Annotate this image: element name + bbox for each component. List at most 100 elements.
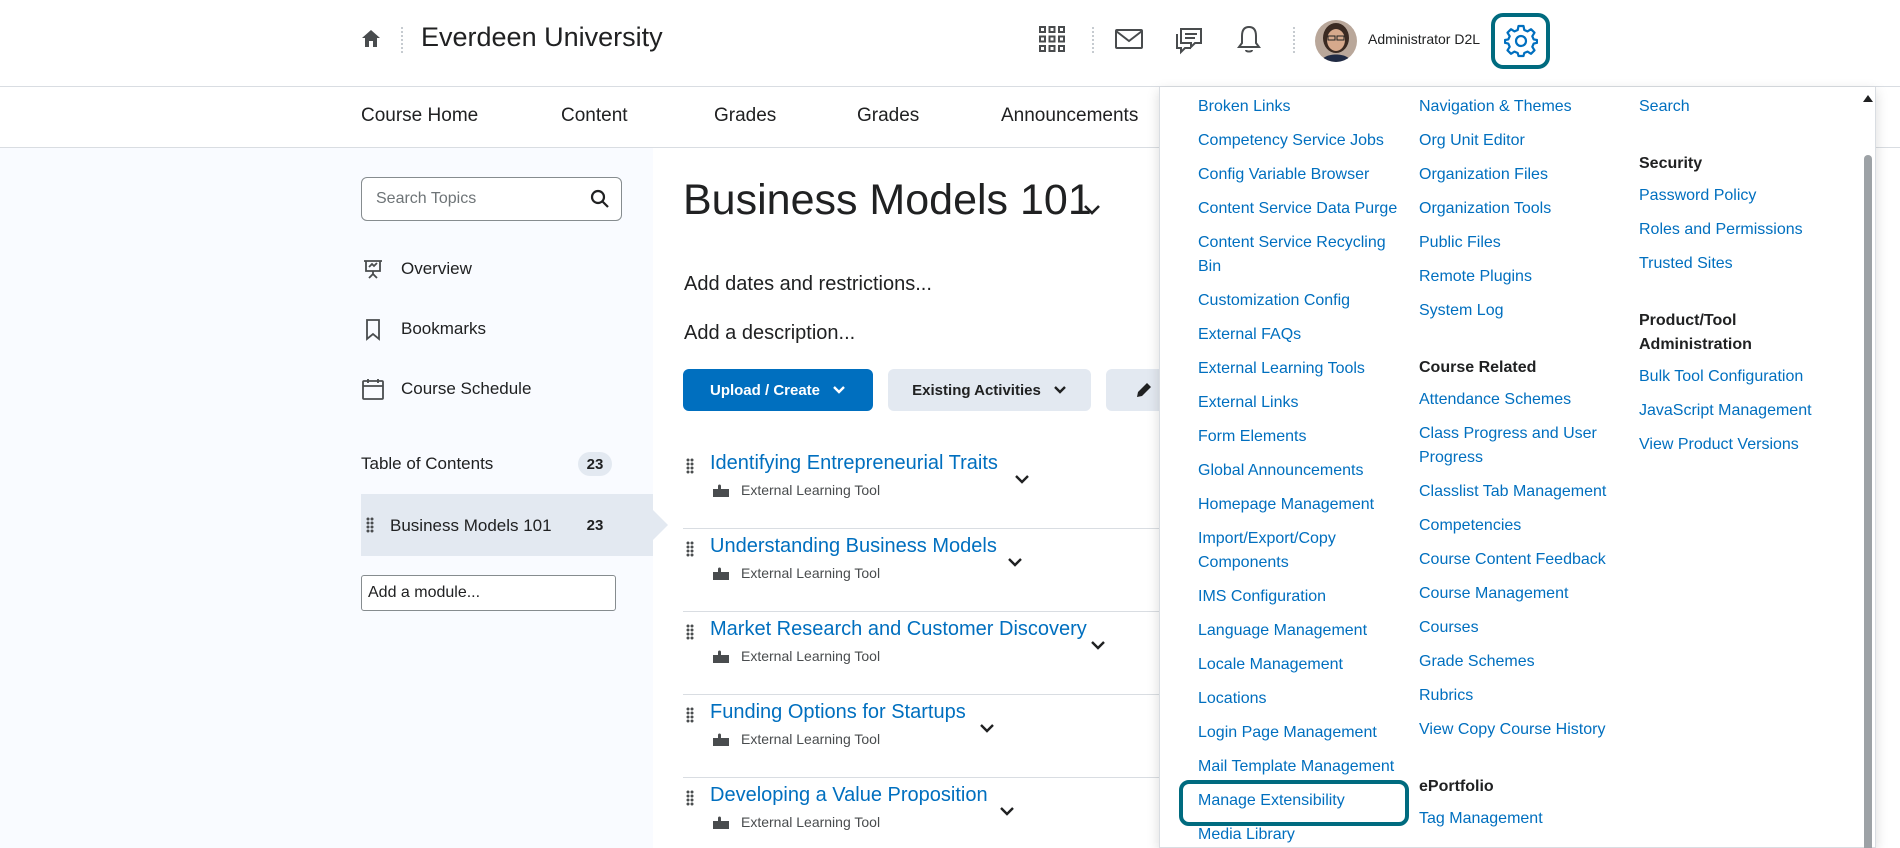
menu-item-rubrics[interactable]: Rubrics: [1419, 684, 1473, 708]
user-name[interactable]: Administrator D2L: [1368, 31, 1480, 47]
add-module-input[interactable]: [368, 583, 608, 603]
table-of-contents-label[interactable]: Table of Contents: [361, 454, 493, 474]
menu-item-organization-tools[interactable]: Organization Tools: [1419, 197, 1551, 221]
bell-icon[interactable]: [1231, 21, 1267, 57]
menu-item-content-service-recycling-bin-2[interactable]: Bin: [1198, 255, 1221, 279]
menu-item-broken-links[interactable]: Broken Links: [1198, 95, 1291, 119]
menu-item-tag-management[interactable]: Tag Management: [1419, 807, 1543, 831]
menu-item-public-files[interactable]: Public Files: [1419, 231, 1501, 255]
menu-item-course-content-feedback[interactable]: Course Content Feedback: [1419, 548, 1606, 572]
menu-item-attendance-schemes[interactable]: Attendance Schemes: [1419, 388, 1571, 412]
dropdown-scrollbar[interactable]: [1860, 95, 1875, 848]
puzzle-tool-icon: [713, 650, 729, 663]
menu-item-roles-and-permissions[interactable]: Roles and Permissions: [1639, 218, 1803, 242]
menu-item-content-service-recycling-bin[interactable]: Content Service Recycling: [1198, 231, 1386, 255]
upload-create-button[interactable]: Upload / Create: [683, 369, 873, 411]
topic-title[interactable]: Market Research and Customer Discovery: [710, 618, 1087, 641]
nav-course-home[interactable]: Course Home: [361, 105, 478, 127]
menu-item-import-export-copy[interactable]: Import/Export/Copy: [1198, 527, 1336, 551]
drag-handle-icon[interactable]: [686, 541, 694, 557]
menu-item-course-management[interactable]: Course Management: [1419, 582, 1568, 606]
home-icon[interactable]: [359, 27, 383, 51]
menu-item-organization-files[interactable]: Organization Files: [1419, 163, 1548, 187]
menu-item-locations[interactable]: Locations: [1198, 687, 1267, 711]
menu-item-ims-configuration[interactable]: IMS Configuration: [1198, 585, 1326, 609]
menu-item-customization-config[interactable]: Customization Config: [1198, 289, 1350, 313]
menu-item-import-export-copy-2[interactable]: Components: [1198, 551, 1289, 575]
existing-activities-button[interactable]: Existing Activities: [888, 369, 1091, 411]
menu-item-locale-management[interactable]: Locale Management: [1198, 653, 1343, 677]
topic-title[interactable]: Identifying Entrepreneurial Traits: [710, 452, 998, 475]
menu-item-content-service-data-purge[interactable]: Content Service Data Purge: [1198, 197, 1397, 221]
sidebar-item-bookmarks[interactable]: Bookmarks: [361, 314, 486, 344]
chat-icon[interactable]: [1171, 21, 1207, 57]
menu-item-remote-plugins[interactable]: Remote Plugins: [1419, 265, 1532, 289]
chevron-down-icon[interactable]: [1089, 640, 1107, 652]
scroll-up-arrow-icon[interactable]: [1863, 95, 1873, 102]
menu-item-global-announcements[interactable]: Global Announcements: [1198, 459, 1363, 483]
nav-announcements[interactable]: Announcements: [1001, 105, 1138, 127]
chevron-down-icon[interactable]: [978, 723, 996, 735]
menu-item-competencies[interactable]: Competencies: [1419, 514, 1521, 538]
avatar[interactable]: [1315, 20, 1357, 62]
menu-item-config-variable-browser[interactable]: Config Variable Browser: [1198, 163, 1369, 187]
menu-item-bulk-tool-configuration[interactable]: Bulk Tool Configuration: [1639, 365, 1803, 389]
menu-item-class-progress-2[interactable]: Progress: [1419, 446, 1483, 470]
add-description-link[interactable]: Add a description...: [684, 322, 855, 345]
envelope-icon[interactable]: [1111, 21, 1147, 57]
bulk-edit-button[interactable]: [1106, 369, 1166, 411]
chevron-down-icon[interactable]: [1013, 474, 1031, 486]
menu-item-navigation-themes[interactable]: Navigation & Themes: [1419, 95, 1572, 119]
add-dates-link[interactable]: Add dates and restrictions...: [684, 273, 932, 296]
menu-item-password-policy[interactable]: Password Policy: [1639, 184, 1756, 208]
menu-item-mail-template-management[interactable]: Mail Template Management: [1198, 755, 1394, 779]
chevron-down-icon[interactable]: [998, 806, 1016, 818]
topic-title[interactable]: Funding Options for Startups: [710, 701, 966, 724]
search-topics-input[interactable]: [376, 188, 576, 210]
menu-item-external-links[interactable]: External Links: [1198, 391, 1299, 415]
drag-handle-icon[interactable]: [686, 707, 694, 723]
menu-item-language-management[interactable]: Language Management: [1198, 619, 1367, 643]
search-icon[interactable]: [589, 188, 611, 210]
org-name[interactable]: Everdeen University: [421, 22, 663, 53]
menu-item-form-elements[interactable]: Form Elements: [1198, 425, 1306, 449]
menu-item-trusted-sites[interactable]: Trusted Sites: [1639, 252, 1733, 276]
add-module-field[interactable]: [361, 575, 616, 611]
menu-item-external-learning-tools[interactable]: External Learning Tools: [1198, 357, 1365, 381]
menu-item-org-unit-editor[interactable]: Org Unit Editor: [1419, 129, 1525, 153]
page-title[interactable]: Business Models 101: [683, 176, 1092, 225]
menu-item-courses[interactable]: Courses: [1419, 616, 1479, 640]
drag-handle-icon[interactable]: [366, 517, 374, 533]
menu-item-view-product-versions[interactable]: View Product Versions: [1639, 433, 1799, 457]
topic-title[interactable]: Understanding Business Models: [710, 535, 997, 558]
menu-item-search[interactable]: Search: [1639, 95, 1690, 119]
sidebar-item-course-schedule[interactable]: Course Schedule: [361, 374, 531, 404]
admin-tools-button[interactable]: [1491, 13, 1550, 69]
menu-item-grade-schemes[interactable]: Grade Schemes: [1419, 650, 1535, 674]
menu-item-javascript-management[interactable]: JavaScript Management: [1639, 399, 1812, 423]
menu-item-homepage-management[interactable]: Homepage Management: [1198, 493, 1374, 517]
menu-item-view-copy-course-history[interactable]: View Copy Course History: [1419, 718, 1605, 742]
menu-item-competency-service-jobs[interactable]: Competency Service Jobs: [1198, 129, 1384, 153]
nav-content[interactable]: Content: [561, 105, 628, 127]
drag-handle-icon[interactable]: [686, 790, 694, 806]
scroll-thumb[interactable]: [1864, 155, 1872, 848]
topic-title[interactable]: Developing a Value Proposition: [710, 784, 988, 807]
puzzle-tool-icon: [713, 567, 729, 580]
chevron-down-icon[interactable]: [1006, 557, 1024, 569]
chevron-down-icon: [1053, 386, 1066, 394]
menu-item-system-log[interactable]: System Log: [1419, 299, 1503, 323]
search-topics-field[interactable]: [361, 177, 622, 221]
menu-item-media-library[interactable]: Media Library: [1198, 823, 1295, 847]
waffle-grid-icon[interactable]: [1034, 21, 1070, 57]
drag-handle-icon[interactable]: [686, 458, 694, 474]
chevron-down-icon[interactable]: [1083, 204, 1101, 216]
menu-item-login-page-management[interactable]: Login Page Management: [1198, 721, 1377, 745]
nav-grades-2[interactable]: Grades: [857, 105, 919, 127]
nav-grades[interactable]: Grades: [714, 105, 776, 127]
drag-handle-icon[interactable]: [686, 624, 694, 640]
menu-item-classlist-tab-management[interactable]: Classlist Tab Management: [1419, 480, 1606, 504]
sidebar-item-overview[interactable]: Overview: [361, 254, 472, 284]
menu-item-class-progress[interactable]: Class Progress and User: [1419, 422, 1597, 446]
menu-item-external-faqs[interactable]: External FAQs: [1198, 323, 1301, 347]
